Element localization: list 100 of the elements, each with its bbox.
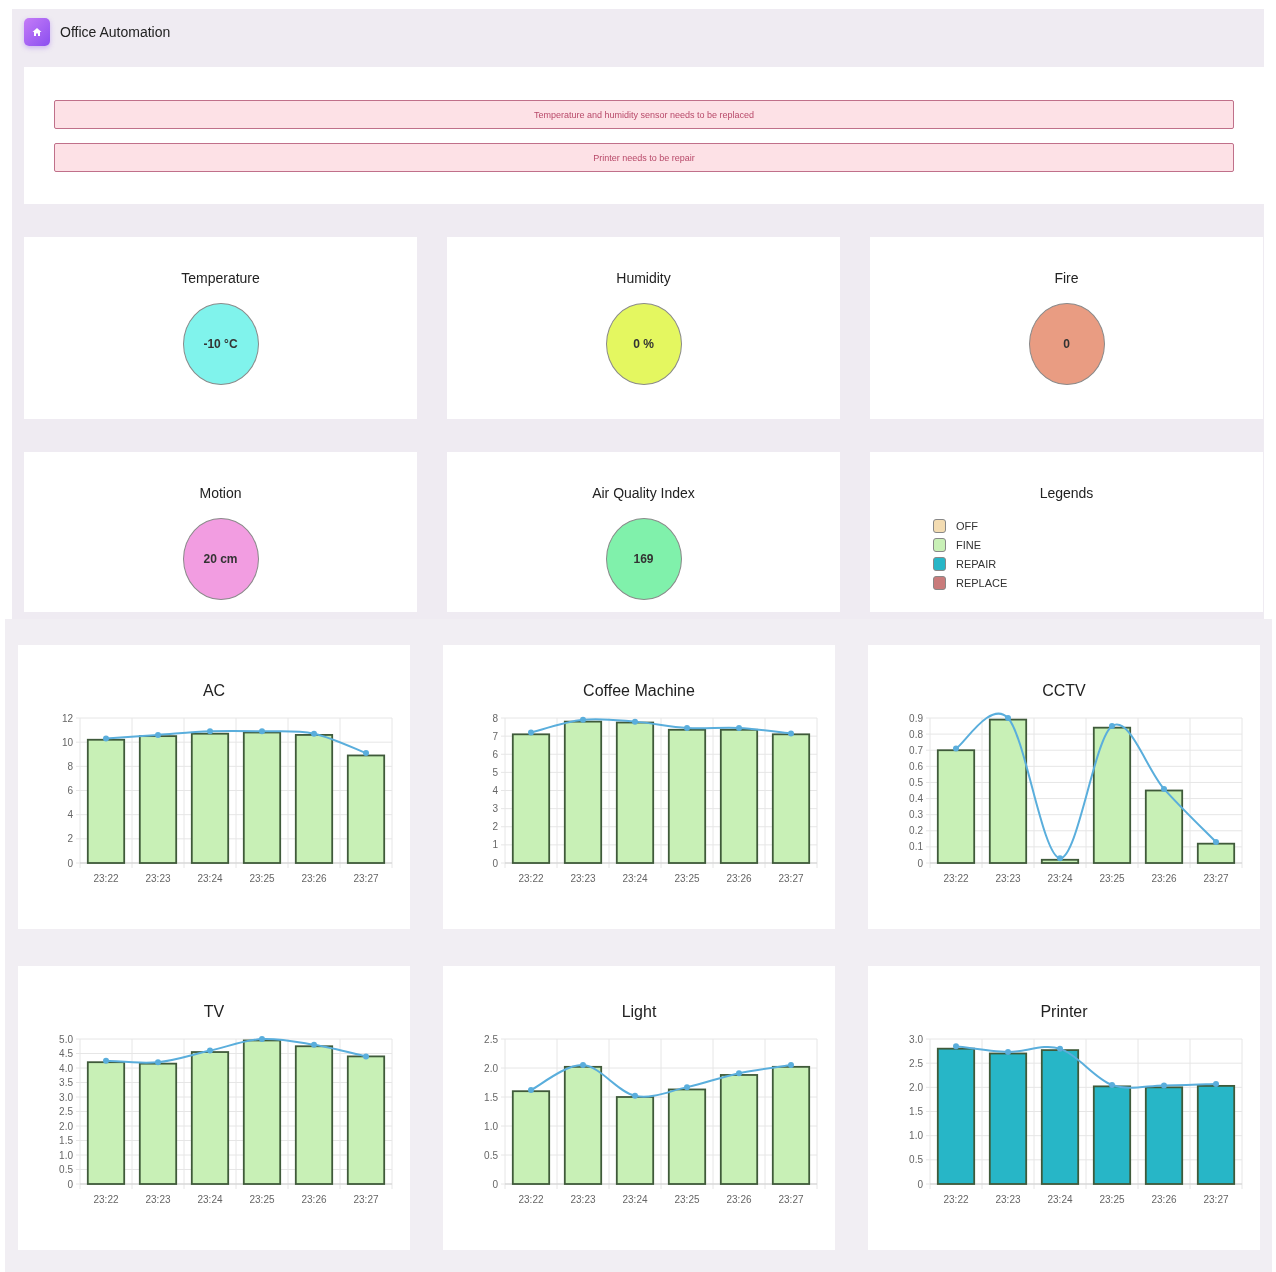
alert-banner: Temperature and humidity sensor needs to be replaced bbox=[54, 100, 1234, 129]
gauge-circle: 169 bbox=[605, 518, 682, 600]
gauge-circle: -10 °C bbox=[182, 303, 259, 385]
point bbox=[580, 1062, 586, 1069]
axis-label: 3.0 bbox=[59, 1091, 73, 1103]
point bbox=[311, 1041, 317, 1048]
axis-label: 23:23 bbox=[145, 1194, 171, 1205]
axis-label: 0 bbox=[917, 1178, 923, 1190]
point bbox=[363, 1053, 369, 1060]
point bbox=[1057, 1045, 1063, 1052]
axis-label: 23:26 bbox=[301, 873, 327, 884]
axis-label: 3.0 bbox=[909, 1033, 923, 1045]
axis-label: 23:22 bbox=[943, 873, 969, 884]
axis-label: 23:24 bbox=[197, 1194, 223, 1205]
axis-label: 23:23 bbox=[145, 873, 171, 884]
axis-label: 4 bbox=[492, 785, 498, 796]
point bbox=[736, 1070, 742, 1077]
axis-label: 3 bbox=[492, 803, 498, 815]
chart-title: CCTV bbox=[1042, 682, 1086, 700]
axis-label: 0.8 bbox=[909, 728, 923, 740]
card-title: Motion bbox=[199, 485, 242, 501]
axis-label: 1.5 bbox=[59, 1135, 73, 1146]
chart-title: Light bbox=[621, 1003, 657, 1021]
axis-label: 0.5 bbox=[909, 1154, 923, 1166]
axis-label: 8 bbox=[492, 712, 498, 724]
point bbox=[1005, 715, 1011, 721]
point bbox=[1161, 785, 1167, 792]
point bbox=[632, 718, 638, 725]
gauge-circle: 0 % bbox=[605, 303, 682, 385]
axis-label: 23:22 bbox=[93, 1194, 119, 1205]
chart-title: AC bbox=[202, 682, 226, 700]
axis-label: 2.0 bbox=[59, 1120, 73, 1132]
point bbox=[953, 745, 959, 752]
axis-label: 0.5 bbox=[909, 776, 923, 788]
bar bbox=[1196, 842, 1236, 864]
point bbox=[1213, 1080, 1219, 1087]
alert-banner: Printer needs to be repair bbox=[54, 143, 1234, 172]
axis-label: 23:27 bbox=[353, 1194, 379, 1205]
point bbox=[528, 1087, 534, 1094]
point bbox=[259, 728, 265, 735]
axis-label: 12 bbox=[61, 712, 73, 724]
legend-label: OFF bbox=[956, 520, 978, 532]
point bbox=[788, 1062, 794, 1069]
axis-label: 7 bbox=[492, 730, 498, 742]
point bbox=[103, 1057, 109, 1064]
point bbox=[788, 730, 794, 737]
axis-label: 23:22 bbox=[518, 1194, 544, 1205]
axis-label: 23:24 bbox=[622, 1194, 648, 1205]
axis-label: 2.5 bbox=[59, 1106, 73, 1117]
point bbox=[580, 716, 586, 723]
axis-label: 8 bbox=[67, 760, 73, 772]
axis-label: 23:27 bbox=[1203, 1194, 1229, 1205]
point bbox=[1213, 839, 1219, 846]
axis-label: 23:25 bbox=[674, 1194, 700, 1205]
axis-label: 23:26 bbox=[301, 1194, 327, 1205]
axis-label: 2.5 bbox=[484, 1033, 498, 1045]
axis-label: 23:22 bbox=[518, 873, 544, 884]
axis-label: 0.6 bbox=[909, 760, 923, 772]
point bbox=[207, 1047, 213, 1054]
axis-label: 23:26 bbox=[1151, 1194, 1177, 1205]
axis-label: 23:26 bbox=[1151, 873, 1177, 884]
point bbox=[311, 730, 317, 737]
axis-label: 23:24 bbox=[1047, 873, 1073, 884]
axis-label: 2 bbox=[492, 821, 498, 833]
axis-label: 2.5 bbox=[909, 1057, 923, 1069]
chart-title: Printer bbox=[1040, 1003, 1088, 1021]
axis-label: 0.3 bbox=[909, 809, 923, 821]
point bbox=[953, 1043, 959, 1050]
axis-label: 6 bbox=[67, 785, 73, 796]
axis-label: 23:25 bbox=[674, 873, 700, 884]
axis-label: 4.0 bbox=[59, 1062, 73, 1074]
axis-label: 0.4 bbox=[909, 793, 923, 805]
axis-label: 5.0 bbox=[59, 1033, 73, 1045]
axis-label: 23:27 bbox=[353, 873, 379, 884]
point bbox=[684, 724, 690, 731]
axis-label: 4.5 bbox=[59, 1048, 73, 1059]
point bbox=[1109, 1081, 1115, 1088]
chart-title: Coffee Machine bbox=[583, 682, 695, 700]
axis-label: 0.9 bbox=[909, 712, 923, 724]
card-title: Humidity bbox=[616, 270, 671, 286]
axis-label: 23:27 bbox=[778, 1194, 804, 1205]
axis-label: 0 bbox=[67, 857, 73, 869]
axis-label: 23:25 bbox=[249, 873, 275, 884]
bar bbox=[1040, 858, 1080, 864]
point bbox=[207, 728, 213, 735]
axis-label: 0.2 bbox=[909, 825, 923, 837]
axis-label: 2.0 bbox=[909, 1081, 923, 1093]
axis-label: 0 bbox=[67, 1178, 73, 1190]
legend-label: FINE bbox=[956, 539, 982, 551]
point bbox=[103, 735, 109, 742]
home-icon[interactable] bbox=[24, 18, 50, 46]
axis-label: 0 bbox=[492, 1178, 498, 1190]
axis-label: 6 bbox=[492, 748, 498, 760]
axis-label: 23:25 bbox=[1099, 873, 1125, 884]
axis-label: 23:23 bbox=[995, 1194, 1021, 1205]
axis-label: 10 bbox=[61, 736, 73, 748]
point bbox=[684, 1084, 690, 1091]
axis-label: 23:27 bbox=[778, 873, 804, 884]
axis-label: 23:22 bbox=[943, 1194, 969, 1205]
legend-label: REPAIR bbox=[956, 558, 997, 570]
